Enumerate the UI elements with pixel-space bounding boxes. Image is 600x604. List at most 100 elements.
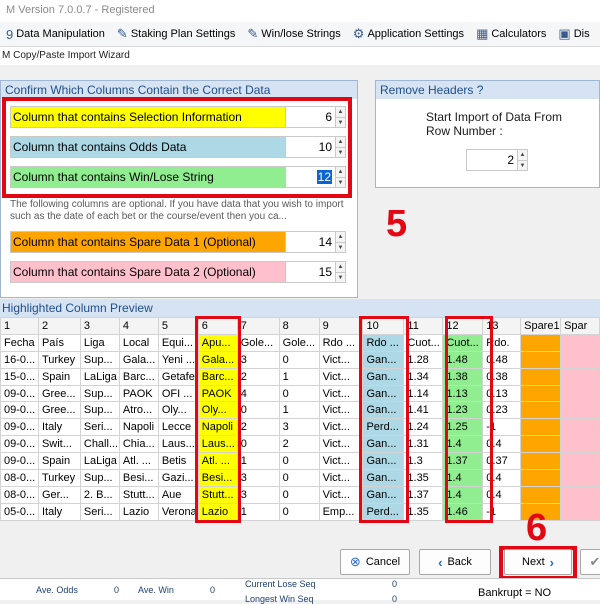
preview-column-header[interactable]: 4 <box>118 317 159 335</box>
preview-cell: 09-0... <box>0 401 39 420</box>
preview-cell: Ger... <box>37 485 81 504</box>
image-icon: ▣ <box>558 26 571 41</box>
preview-cell: Vict... <box>318 350 364 369</box>
preview-row: 09-0... Spain LaLiga Atl. ... Betis Atl. ... 1… <box>0 452 600 471</box>
toolbar-item-data-manipulation[interactable]: 9 Data Manipulation <box>0 22 111 46</box>
preview-cell: Sup... <box>79 401 120 420</box>
step-annotation-5: 5 <box>386 203 408 245</box>
preview-cell: Vict... <box>318 418 364 437</box>
preview-cell: 1.34 <box>403 367 444 386</box>
spare2-column-input[interactable]: 15 <box>285 262 335 282</box>
toolbar-item-calculators[interactable]: ▦ Calculators <box>470 22 552 46</box>
start-row-label: Start Import of Data From Row Number : <box>426 110 563 138</box>
bankrupt-status: Bankrupt = NO <box>478 587 552 599</box>
preview-cell: 1.35 <box>403 502 444 521</box>
current-lose-seq-label: Current Lose Seq <box>245 579 316 589</box>
preview-cell: 08-0... <box>0 469 39 487</box>
status-strip: Ave. Odds 0 Ave. Win 0 Current Lose Seq … <box>0 578 600 604</box>
spin-up-icon[interactable]: ▲ <box>518 150 527 160</box>
spare1-column-input[interactable]: 14 <box>285 232 335 252</box>
preview-column-header[interactable]: Spare1 <box>520 317 562 335</box>
cancel-button[interactable]: ⊗ Cancel <box>340 549 410 575</box>
back-button[interactable]: ‹ Back <box>419 549 491 575</box>
preview-cell: Betis <box>157 452 199 471</box>
preview-cell: 1 <box>278 367 320 386</box>
preview-cell: Verona <box>157 502 199 521</box>
preview-column-header[interactable]: 9 <box>318 317 364 335</box>
preview-cell: 09-0... <box>0 418 39 437</box>
finish-button[interactable]: ✔ <box>580 549 600 575</box>
ave-win-label: Ave. Win <box>138 585 174 595</box>
preview-cell <box>520 435 562 454</box>
preview-cell: 0 <box>278 452 320 471</box>
remove-headers-panel: Remove Headers ? Start Import of Data Fr… <box>375 80 600 188</box>
toolbar-item-application-settings[interactable]: ⚙ Application Settings <box>347 22 470 46</box>
wizard-title: M Copy/Paste Import Wizard <box>0 47 600 65</box>
next-label: Next <box>522 556 545 568</box>
preview-cell <box>560 333 600 352</box>
preview-cell: Laus... <box>157 435 199 454</box>
preview-column-header[interactable]: 3 <box>79 317 120 335</box>
start-row-input[interactable]: 2 <box>467 150 517 170</box>
preview-cell: Local <box>118 333 159 352</box>
preview-column-header[interactable]: 11 <box>403 317 444 335</box>
preview-cell: Sup... <box>79 350 120 369</box>
spin-up-icon[interactable]: ▲ <box>336 262 345 272</box>
longest-win-seq-value: 0 <box>392 594 398 604</box>
preview-cell <box>520 333 562 352</box>
preview-column-header[interactable]: Spar <box>560 317 600 335</box>
preview-cell: Getafe <box>157 367 199 386</box>
spin-up-icon[interactable]: ▲ <box>336 232 345 242</box>
toolbar-item-staking-plan[interactable]: ✎ Staking Plan Settings <box>111 22 241 46</box>
preview-cell: LaLiga <box>79 367 120 386</box>
preview-column-header[interactable]: 1 <box>0 317 39 335</box>
preview-cell: 1 <box>236 452 280 471</box>
wrench-icon: ✎ <box>116 26 128 41</box>
preview-cell: Stutt... <box>118 485 159 504</box>
preview-cell: 0 <box>236 401 280 420</box>
preview-cell: 1.3 <box>403 452 444 471</box>
spin-down-icon[interactable]: ▼ <box>336 242 345 253</box>
preview-cell: 1.41 <box>403 401 444 420</box>
longest-win-seq-label: Longest Win Seq <box>245 594 314 604</box>
preview-column-header[interactable]: 2 <box>37 317 81 335</box>
spin-down-icon[interactable]: ▼ <box>336 272 345 283</box>
preview-cell: Italy <box>37 418 81 437</box>
spare1-column-spinner[interactable]: ▲ ▼ <box>335 232 345 252</box>
preview-cell: Gree... <box>37 401 81 420</box>
toolbar-label: Application Settings <box>367 28 465 40</box>
toolbar-item-win-lose-strings[interactable]: ✎ Win/lose Strings <box>241 22 346 46</box>
preview-cell: Seri... <box>79 502 120 521</box>
preview-column-header[interactable]: 7 <box>236 317 280 335</box>
preview-cell: 0 <box>278 384 320 403</box>
preview-cell: 09-0... <box>0 435 39 454</box>
preview-cell: Napoli <box>118 418 159 437</box>
preview-column-header[interactable]: 5 <box>157 317 199 335</box>
window-title: M Version 7.0.0.7 - Registered <box>0 0 600 22</box>
preview-grid[interactable]: 1 2 3 4 5 6 7 8 9 10 11 12 13 Spare1 Spar Fecha País Liga… <box>0 317 600 521</box>
preview-cell: Liga <box>79 333 120 352</box>
preview-cell: Vict... <box>318 384 364 403</box>
preview-cell <box>560 435 600 454</box>
spare2-column-spinner[interactable]: ▲ ▼ <box>335 262 345 282</box>
preview-cell: 1 <box>278 401 320 420</box>
toolbar-item-display[interactable]: ▣ Dis <box>552 22 595 46</box>
preview-cell: Gole... <box>236 333 280 352</box>
start-row-stepper[interactable]: 2 ▲ ▼ <box>466 149 528 171</box>
preview-cell: Sup... <box>79 469 120 487</box>
preview-cell: 0 <box>278 485 320 504</box>
preview-cell <box>560 502 600 521</box>
preview-cell: Cuot... <box>403 333 444 352</box>
start-row-spinner[interactable]: ▲ ▼ <box>517 150 527 170</box>
edit-icon: ✎ <box>247 26 259 41</box>
preview-cell: Vict... <box>318 401 364 420</box>
preview-cell <box>520 469 562 487</box>
preview-column-header[interactable]: 8 <box>278 317 320 335</box>
preview-cell <box>560 367 600 386</box>
next-button[interactable]: Next › <box>504 549 572 575</box>
preview-cell <box>520 367 562 386</box>
spin-down-icon[interactable]: ▼ <box>518 160 527 171</box>
remove-headers-header: Remove Headers ? <box>376 81 599 99</box>
preview-cell: Gree... <box>37 384 81 403</box>
preview-row: 15-0... Spain LaLiga Barc... Getafe Barc... 2 1… <box>0 367 600 386</box>
